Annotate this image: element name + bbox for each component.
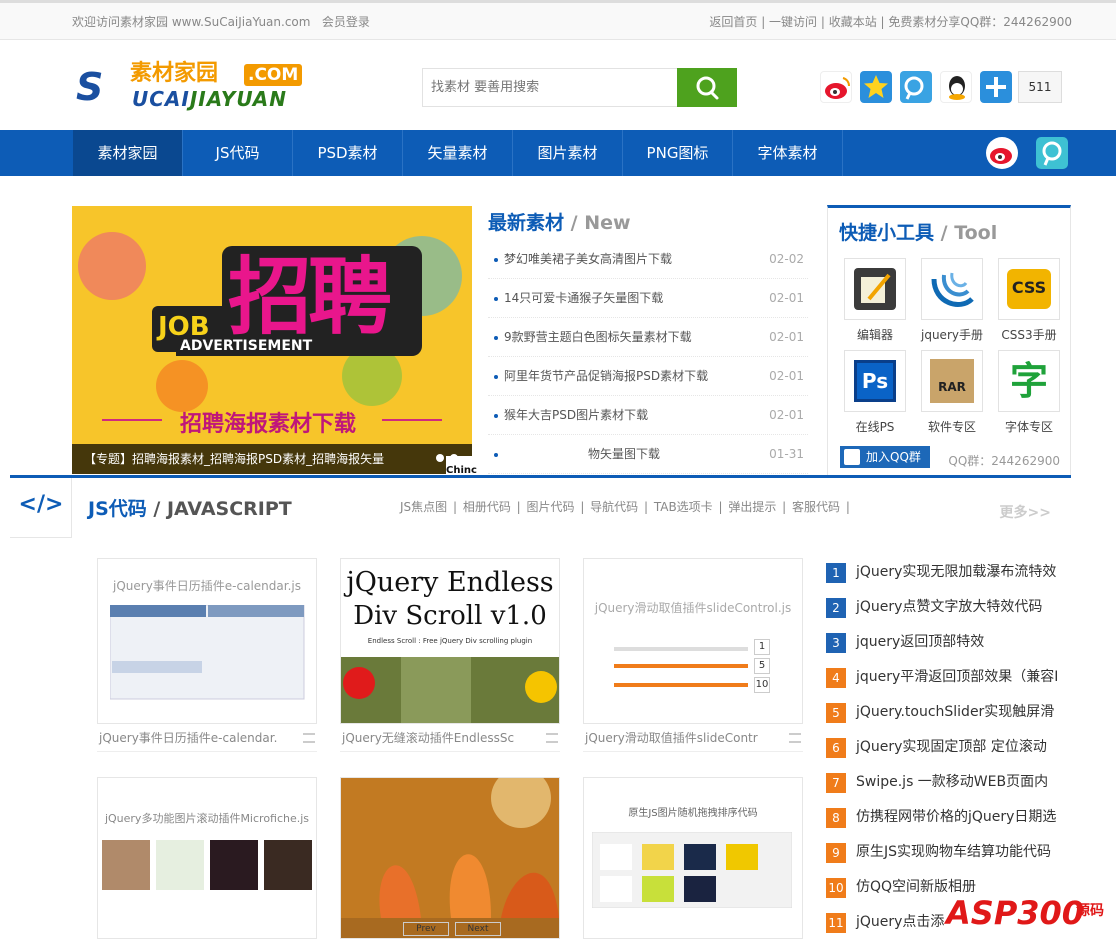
tools-title: 快捷小工具 / Tool [839,222,998,244]
list-item[interactable]: 物矢量图下载 01-31 [488,435,808,474]
card-caption: jQuery事件日历插件e-calendar. [97,724,317,752]
nav-item-home[interactable]: 素材家园 [73,130,183,176]
card[interactable]: jQuery多功能图片滚动插件Microfiche.js [97,777,317,939]
newest-section: 最新素材 / New 梦幻唯美裙子美女高清图片下载 02-02 14只可爱卡通猴子… [488,206,808,474]
qq-number: QQ群：244262900 [948,454,1060,468]
prev-button[interactable]: Prev [403,922,449,936]
search-input[interactable] [422,68,677,107]
tool-css3[interactable]: CSS CSS3手册 [998,258,1060,343]
plus-icon[interactable] [980,71,1012,103]
main-nav: 素材家园 JS代码 PSD素材 矢量素材 图片素材 PNG图标 字体素材 [0,130,1116,176]
card-image: jQuery Endless Div Scroll v1.0 Endless S… [340,558,560,724]
qzone-follow-icon[interactable] [1036,137,1068,169]
list-item[interactable]: 梦幻唯美裙子美女高清图片下载 02-02 [488,240,808,279]
next-button[interactable]: Next [455,922,501,936]
list-item[interactable]: 9款野营主题白色图标矢量素材下载 02-01 [488,318,808,357]
card-image: jQuery事件日历插件e-calendar.js [97,558,317,724]
css3-icon: CSS [998,258,1060,320]
list-item[interactable]: 6 jQuery实现固定顶部 定位滚动 [826,733,1071,768]
nav-item-js[interactable]: JS代码 [183,130,293,176]
list-item[interactable]: 猴年大吉PSD图片素材下载 02-01 [488,396,808,435]
header: S 素材家园 .COM UCAIJIAYUAN 511 [0,40,1116,130]
logo-s: S [76,65,104,109]
search-box [422,68,737,107]
qq-icon[interactable] [940,71,972,103]
nav-item-image[interactable]: 图片素材 [513,130,623,176]
banner-slider[interactable]: JOB 招聘 ADVERTISEMENT 招聘海报素材下载 【专题】招聘海报素材… [72,206,472,474]
top-links[interactable]: 返回首页 | 一键访问 | 收藏本站 | 免费素材分享QQ群：244262900 [709,13,1072,30]
qzone-icon[interactable] [900,71,932,103]
nav-item-vector[interactable]: 矢量素材 [403,130,513,176]
watermark-logo: ASP300 源码 [946,894,1104,932]
list-item[interactable]: 8 仿携程网带价格的jQuery日期选 [826,803,1071,838]
font-icon: 字 [998,350,1060,412]
share-count: 511 [1018,71,1062,103]
group-icon [844,449,860,465]
site-logo[interactable]: S 素材家园 .COM UCAIJIAYUAN [76,62,320,112]
card[interactable]: Prev Next [340,777,560,939]
tool-ps[interactable]: Ps 在线PS [844,350,906,435]
welcome-text: 欢迎访问素材家园 www.SuCaiJiaYuan.com 会员登录 [72,15,370,29]
card-image: jQuery多功能图片滚动插件Microfiche.js [97,777,317,939]
list-item[interactable]: 4 jquery平滑返回顶部效果（兼容I [826,663,1071,698]
code-icon: </> [10,478,72,538]
list-item[interactable]: 3 jquery返回顶部特效 [826,628,1071,663]
card[interactable]: jQuery事件日历插件e-calendar.js jQuery事件日历插件e-… [97,558,317,752]
newest-list: 梦幻唯美裙子美女高清图片下载 02-02 14只可爱卡通猴子矢量图下载 02-01 … [488,240,808,474]
list-item[interactable]: 阿里年货节产品促销海报PSD素材下载 02-01 [488,357,808,396]
more-link[interactable]: 更多>> [1000,502,1051,522]
card-image: Prev Next [340,777,560,939]
list-item[interactable]: 14只可爱卡通猴子矢量图下载 02-01 [488,279,808,318]
list-item[interactable]: 9 原生JS实现购物车结算功能代码 [826,838,1071,873]
card-caption: jQuery滑动取值插件slideContr [583,724,803,752]
nav-item-png[interactable]: PNG图标 [623,130,733,176]
newest-title: 最新素材 / New [488,212,631,234]
card[interactable]: 原生JS图片随机拖拽排序代码 [583,777,803,939]
join-qq-button[interactable]: 加入QQ群 [840,446,930,468]
jquery-icon [921,258,983,320]
banner-adv: ADVERTISEMENT [176,336,317,356]
banner-sub: 招聘海报素材下载 [180,412,357,437]
nav-item-psd[interactable]: PSD素材 [293,130,403,176]
card-caption: jQuery无缝滚动插件EndlessSc [340,724,560,752]
search-button[interactable] [677,68,737,107]
star-icon[interactable] [860,71,892,103]
nav-item-font[interactable]: 字体素材 [733,130,843,176]
list-item[interactable]: 5 jQuery.touchSlider实现触屏滑 [826,698,1071,733]
tool-font[interactable]: 字字体专区 [998,350,1060,435]
card[interactable]: jQuery滑动取值插件slideControl.js 1 5 10 jQuer… [583,558,803,752]
weibo-icon[interactable] [820,71,852,103]
card-image: 原生JS图片随机拖拽排序代码 [583,777,803,939]
editor-icon [844,258,906,320]
list-item[interactable]: 1 jQuery实现无限加载瀑布流特效 [826,558,1071,593]
rar-icon: RAR [921,350,983,412]
js-category-links[interactable]: JS焦点图 | 相册代码 | 图片代码 | 导航代码 | TAB选项卡 | 弹出… [400,498,850,515]
tool-jquery[interactable]: jquery手册 [921,258,983,343]
tools-panel: 快捷小工具 / Tool 编辑器 jquery手册 CSS CSS3手册 Ps 在线… [827,205,1071,475]
weibo-follow-icon[interactable] [986,137,1018,169]
photoshop-icon: Ps [844,350,906,412]
js-section-header: </> JS代码 / JAVASCRIPT JS焦点图 | 相册代码 | 图片代… [10,475,1071,538]
js-title: JS代码 / JAVASCRIPT [88,498,292,520]
tool-editor[interactable]: 编辑器 [844,258,906,343]
list-item[interactable]: 2 jQuery点赞文字放大特效代码 [826,593,1071,628]
login-link[interactable]: 会员登录 [322,15,370,29]
tool-software[interactable]: RAR 软件专区 [921,350,983,435]
search-icon [696,76,719,100]
card[interactable]: jQuery Endless Div Scroll v1.0 Endless S… [340,558,560,752]
card-image: jQuery滑动取值插件slideControl.js 1 5 10 [583,558,803,724]
logo-en: UCAIJIAYUAN [132,87,287,111]
dot[interactable] [436,454,444,462]
banner-caption[interactable]: 【专题】招聘海报素材_招聘海报PSD素材_招聘海报矢量 [72,444,472,474]
top-bar: 欢迎访问素材家园 www.SuCaiJiaYuan.com 会员登录 返回首页 … [0,0,1116,40]
list-item[interactable]: 7 Swipe.js 一款移动WEB页面内 [826,768,1071,803]
logo-cn: 素材家园 [130,61,219,86]
logo-com: .COM [244,64,303,86]
